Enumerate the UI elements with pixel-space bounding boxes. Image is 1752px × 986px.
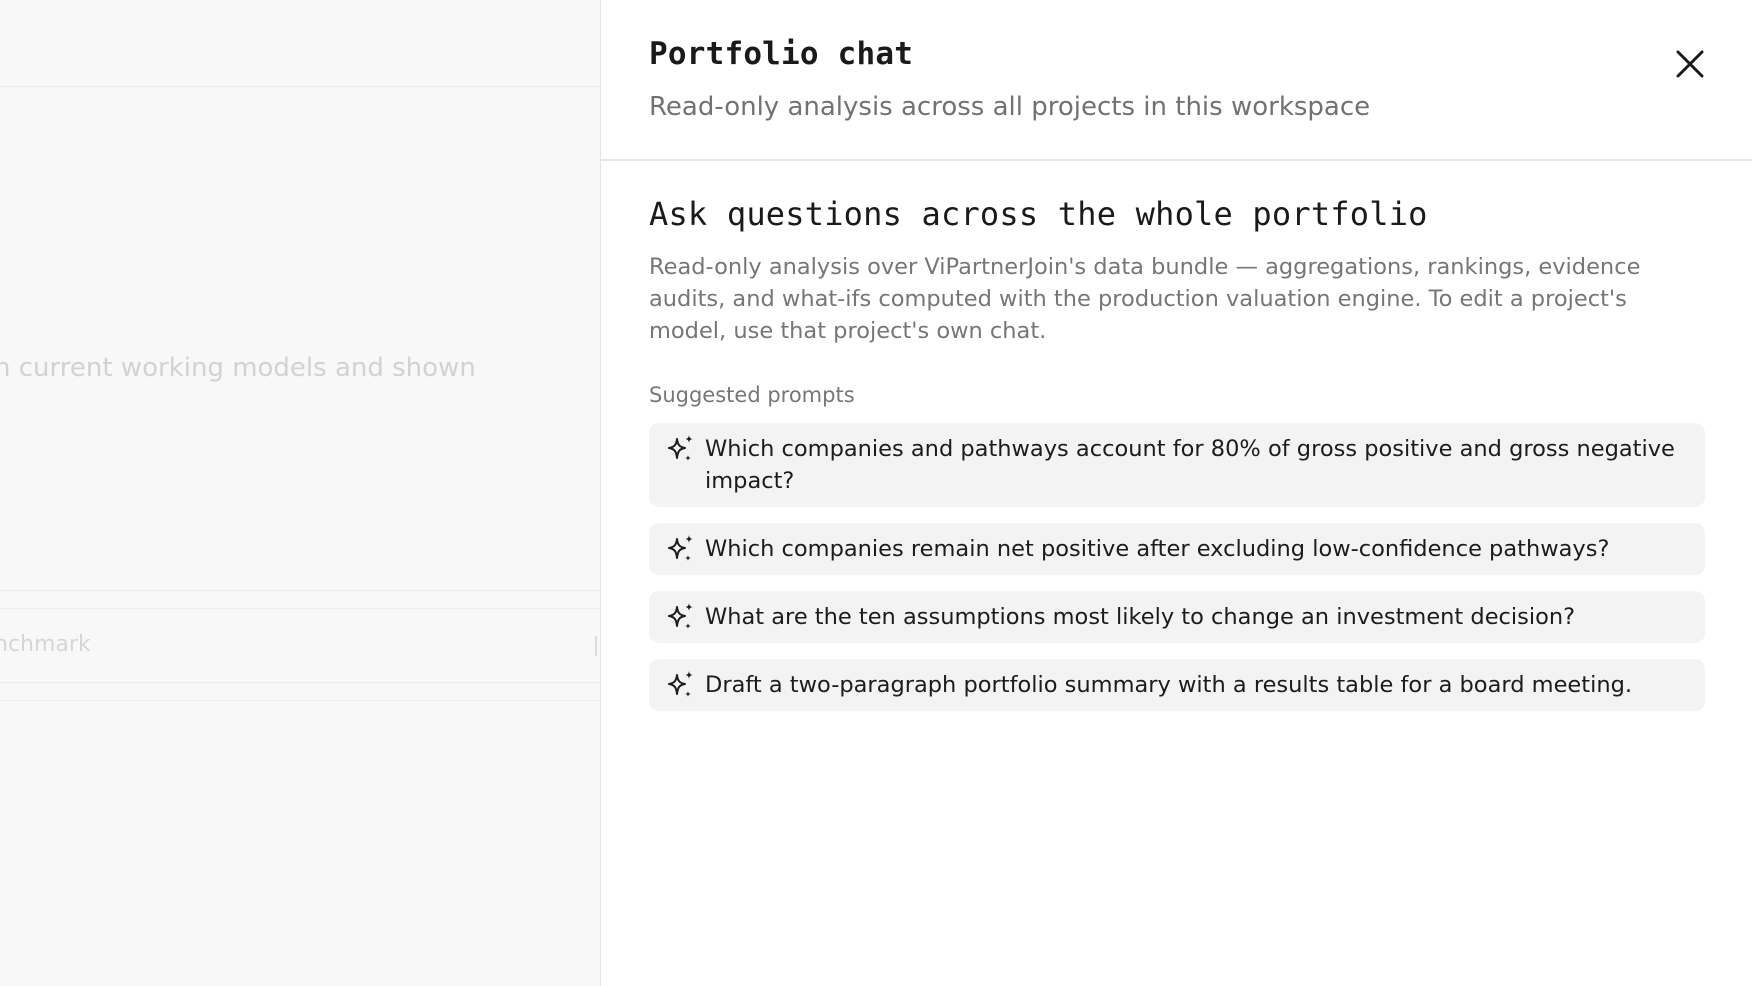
intro-text: Read-only analysis over ViPartnerJoin's … bbox=[649, 254, 1641, 344]
background-divider bbox=[0, 590, 600, 591]
sparkle-icon bbox=[668, 435, 693, 461]
suggested-prompts-label: Suggested prompts bbox=[649, 383, 855, 407]
background-divider bbox=[0, 700, 600, 701]
close-icon bbox=[1676, 50, 1704, 78]
background-divider bbox=[0, 682, 600, 683]
intro-heading: Ask questions across the whole portfolio bbox=[649, 195, 1428, 233]
portfolio-chat-drawer: Portfolio chat Read-only analysis across… bbox=[600, 0, 1752, 986]
close-button[interactable] bbox=[1668, 42, 1712, 86]
suggested-prompt-text: Which companies and pathways account for… bbox=[705, 436, 1675, 494]
sparkle-icon bbox=[668, 535, 693, 561]
background-marker bbox=[595, 636, 597, 656]
drawer-title: Portfolio chat bbox=[649, 36, 914, 72]
sparkle-icon bbox=[668, 603, 693, 629]
suggested-prompt-text: Which companies remain net positive afte… bbox=[705, 536, 1610, 562]
suggested-prompt[interactable]: Which companies and pathways account for… bbox=[649, 423, 1705, 507]
background-page: n current working models and shown nchma… bbox=[0, 0, 600, 986]
background-divider bbox=[0, 86, 600, 87]
drawer-subtitle: Read-only analysis across all projects i… bbox=[649, 92, 1371, 122]
drawer-header: Portfolio chat Read-only analysis across… bbox=[601, 0, 1752, 161]
suggested-prompt[interactable]: Draft a two-paragraph portfolio summary … bbox=[649, 659, 1705, 711]
background-label: nchmark bbox=[0, 632, 91, 657]
suggested-prompts-list: Which companies and pathways account for… bbox=[649, 423, 1705, 711]
suggested-prompt[interactable]: Which companies remain net positive afte… bbox=[649, 523, 1705, 575]
background-divider bbox=[0, 608, 600, 609]
suggested-prompt-text: Draft a two-paragraph portfolio summary … bbox=[705, 672, 1633, 698]
drawer-body: Ask questions across the whole portfolio… bbox=[601, 161, 1752, 711]
suggested-prompt-text: What are the ten assumptions most likely… bbox=[705, 604, 1576, 630]
suggested-prompt[interactable]: What are the ten assumptions most likely… bbox=[649, 591, 1705, 643]
sparkle-icon bbox=[668, 671, 693, 697]
background-text: n current working models and shown bbox=[0, 353, 476, 383]
